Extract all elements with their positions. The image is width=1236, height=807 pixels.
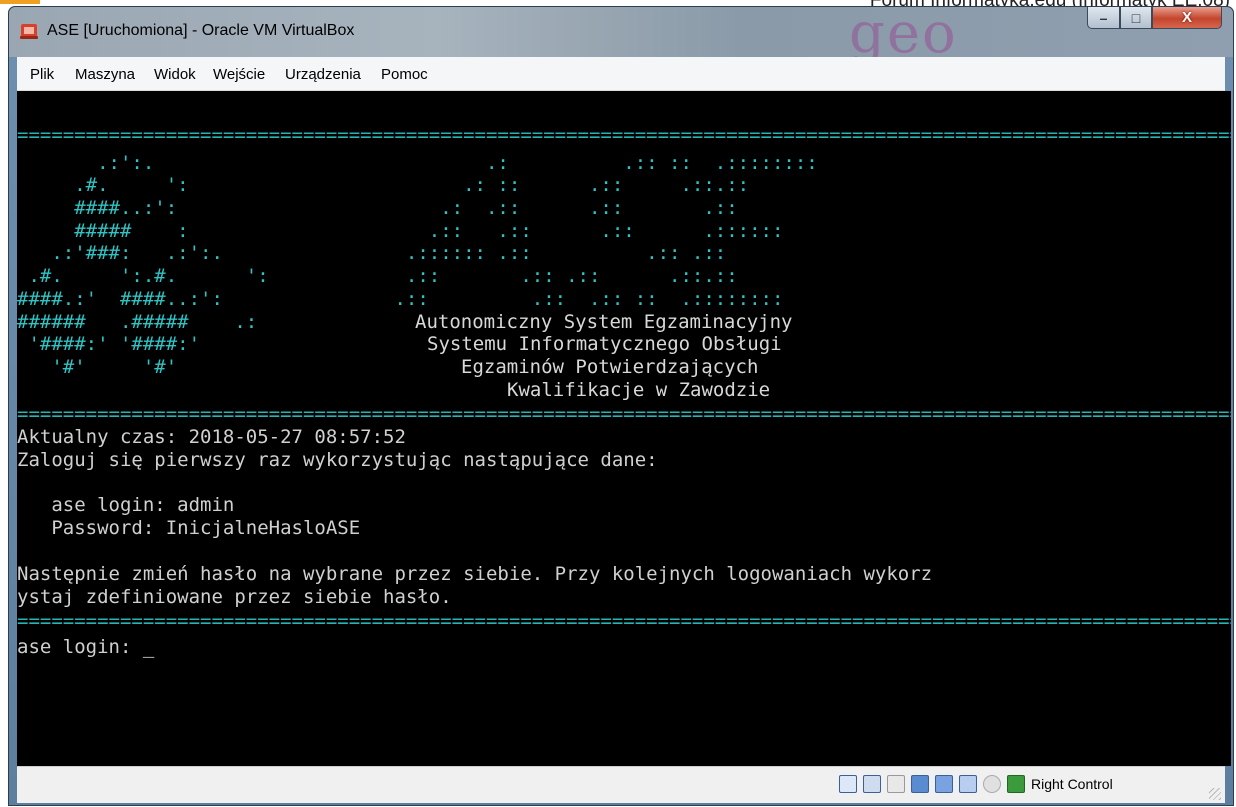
current-time: Aktualny czas: 2018-05-27 08:57:52 [17, 426, 406, 448]
system-title-line: Systemu Informatycznego Obsługi [427, 333, 782, 355]
text-cursor: _ [142, 636, 155, 658]
minimize-icon: – [1099, 9, 1108, 26]
first-login-instruction: Zaloguj się pierwszy raz wykorzystując n… [17, 449, 658, 471]
window-title: ASE [Uruchomiona] - Oracle VM VirtualBox [47, 22, 355, 39]
host-key-label[interactable]: Right Control [1031, 776, 1113, 792]
default-login: ase login: admin [17, 494, 235, 516]
recording-icon[interactable] [983, 775, 1001, 793]
maximize-icon: □ [1131, 9, 1141, 26]
optical-drive-icon[interactable] [887, 775, 905, 793]
usb-icon[interactable] [959, 775, 977, 793]
system-title-line: Egzaminów Potwierdzających [461, 356, 759, 378]
menu-plik[interactable]: Plik [30, 66, 54, 83]
close-icon: X [1181, 9, 1192, 26]
ascii-art-line: ##### : .:: .:: .:: .:::::: [17, 220, 784, 242]
menu-pomoc[interactable]: Pomoc [381, 66, 428, 83]
ascii-art-line: ####..:': .: .:: .:: .:: [17, 197, 738, 219]
title-bar-background-glyphs: geo [849, 7, 958, 57]
ascii-art-line: .#. ':.#. ': .:: .:: .:: .::.:: [17, 265, 738, 287]
minimize-button[interactable]: – [1087, 7, 1120, 29]
title-bar[interactable]: geo ASE [Uruchomiona] - Oracle VM Virtua… [9, 7, 1233, 57]
network-icon[interactable] [863, 775, 881, 793]
system-title-line: Kwalifikacje w Zawodzie [507, 379, 771, 401]
window-client-area: Plik Maszyna Widok Wejście Urządzenia Po… [17, 57, 1231, 803]
menu-wejscie[interactable]: Wejście [213, 66, 265, 83]
mouse-integration-icon[interactable] [1007, 775, 1025, 793]
resize-grip[interactable] [1209, 788, 1221, 800]
system-title-line: Autonomiczny System Egzaminacyjny [415, 311, 793, 333]
vm-console-screen[interactable]: ========================================… [17, 91, 1231, 766]
login-prompt[interactable]: ase login: _ [17, 637, 154, 658]
ascii-art-line: .:'###: .:':. .:::::: .:: .:: .:: [17, 242, 727, 264]
background-logo-fragment [0, 0, 40, 4]
separator-line: ========================================… [17, 124, 1231, 146]
menu-widok[interactable]: Widok [154, 66, 196, 83]
separator-line: ========================================… [17, 610, 1231, 632]
status-bar: Right Control [17, 766, 1225, 803]
menu-urzadzenia[interactable]: Urządzenia [285, 66, 361, 83]
close-button[interactable]: X [1152, 7, 1222, 29]
menu-bar: Plik Maszyna Widok Wejście Urządzenia Po… [17, 57, 1225, 91]
maximize-button[interactable]: □ [1120, 7, 1152, 29]
virtualbox-window: geo ASE [Uruchomiona] - Oracle VM Virtua… [8, 6, 1234, 806]
menu-maszyna[interactable]: Maszyna [75, 66, 135, 83]
ascii-art-line: .:':. .: .:: :: .:::::::: [17, 152, 818, 174]
logo-line: ###### .##### .: [17, 311, 258, 333]
default-password: Password: InicjalneHasloASE [17, 517, 361, 539]
logo-line: '#' '#' [17, 356, 178, 378]
ascii-art-line: .#. ': .: :: .:: .::.:: [17, 174, 750, 196]
change-password-instruction: Następnie zmień hasło na wybrane przez s… [17, 563, 933, 585]
virtualbox-app-icon[interactable] [19, 21, 39, 41]
shared-folders-icon[interactable] [935, 775, 953, 793]
harddisk-icon[interactable] [839, 775, 857, 793]
logo-line: '####:' '####:' [17, 333, 201, 355]
separator-line: ========================================… [17, 403, 1231, 425]
change-password-instruction: ystaj zdefiniowane przez siebie hasło. [17, 586, 452, 608]
display-icon[interactable] [911, 775, 929, 793]
ascii-art-line: ####.:' ####..:': .:: .:: .:: :: .::::::… [17, 288, 784, 310]
